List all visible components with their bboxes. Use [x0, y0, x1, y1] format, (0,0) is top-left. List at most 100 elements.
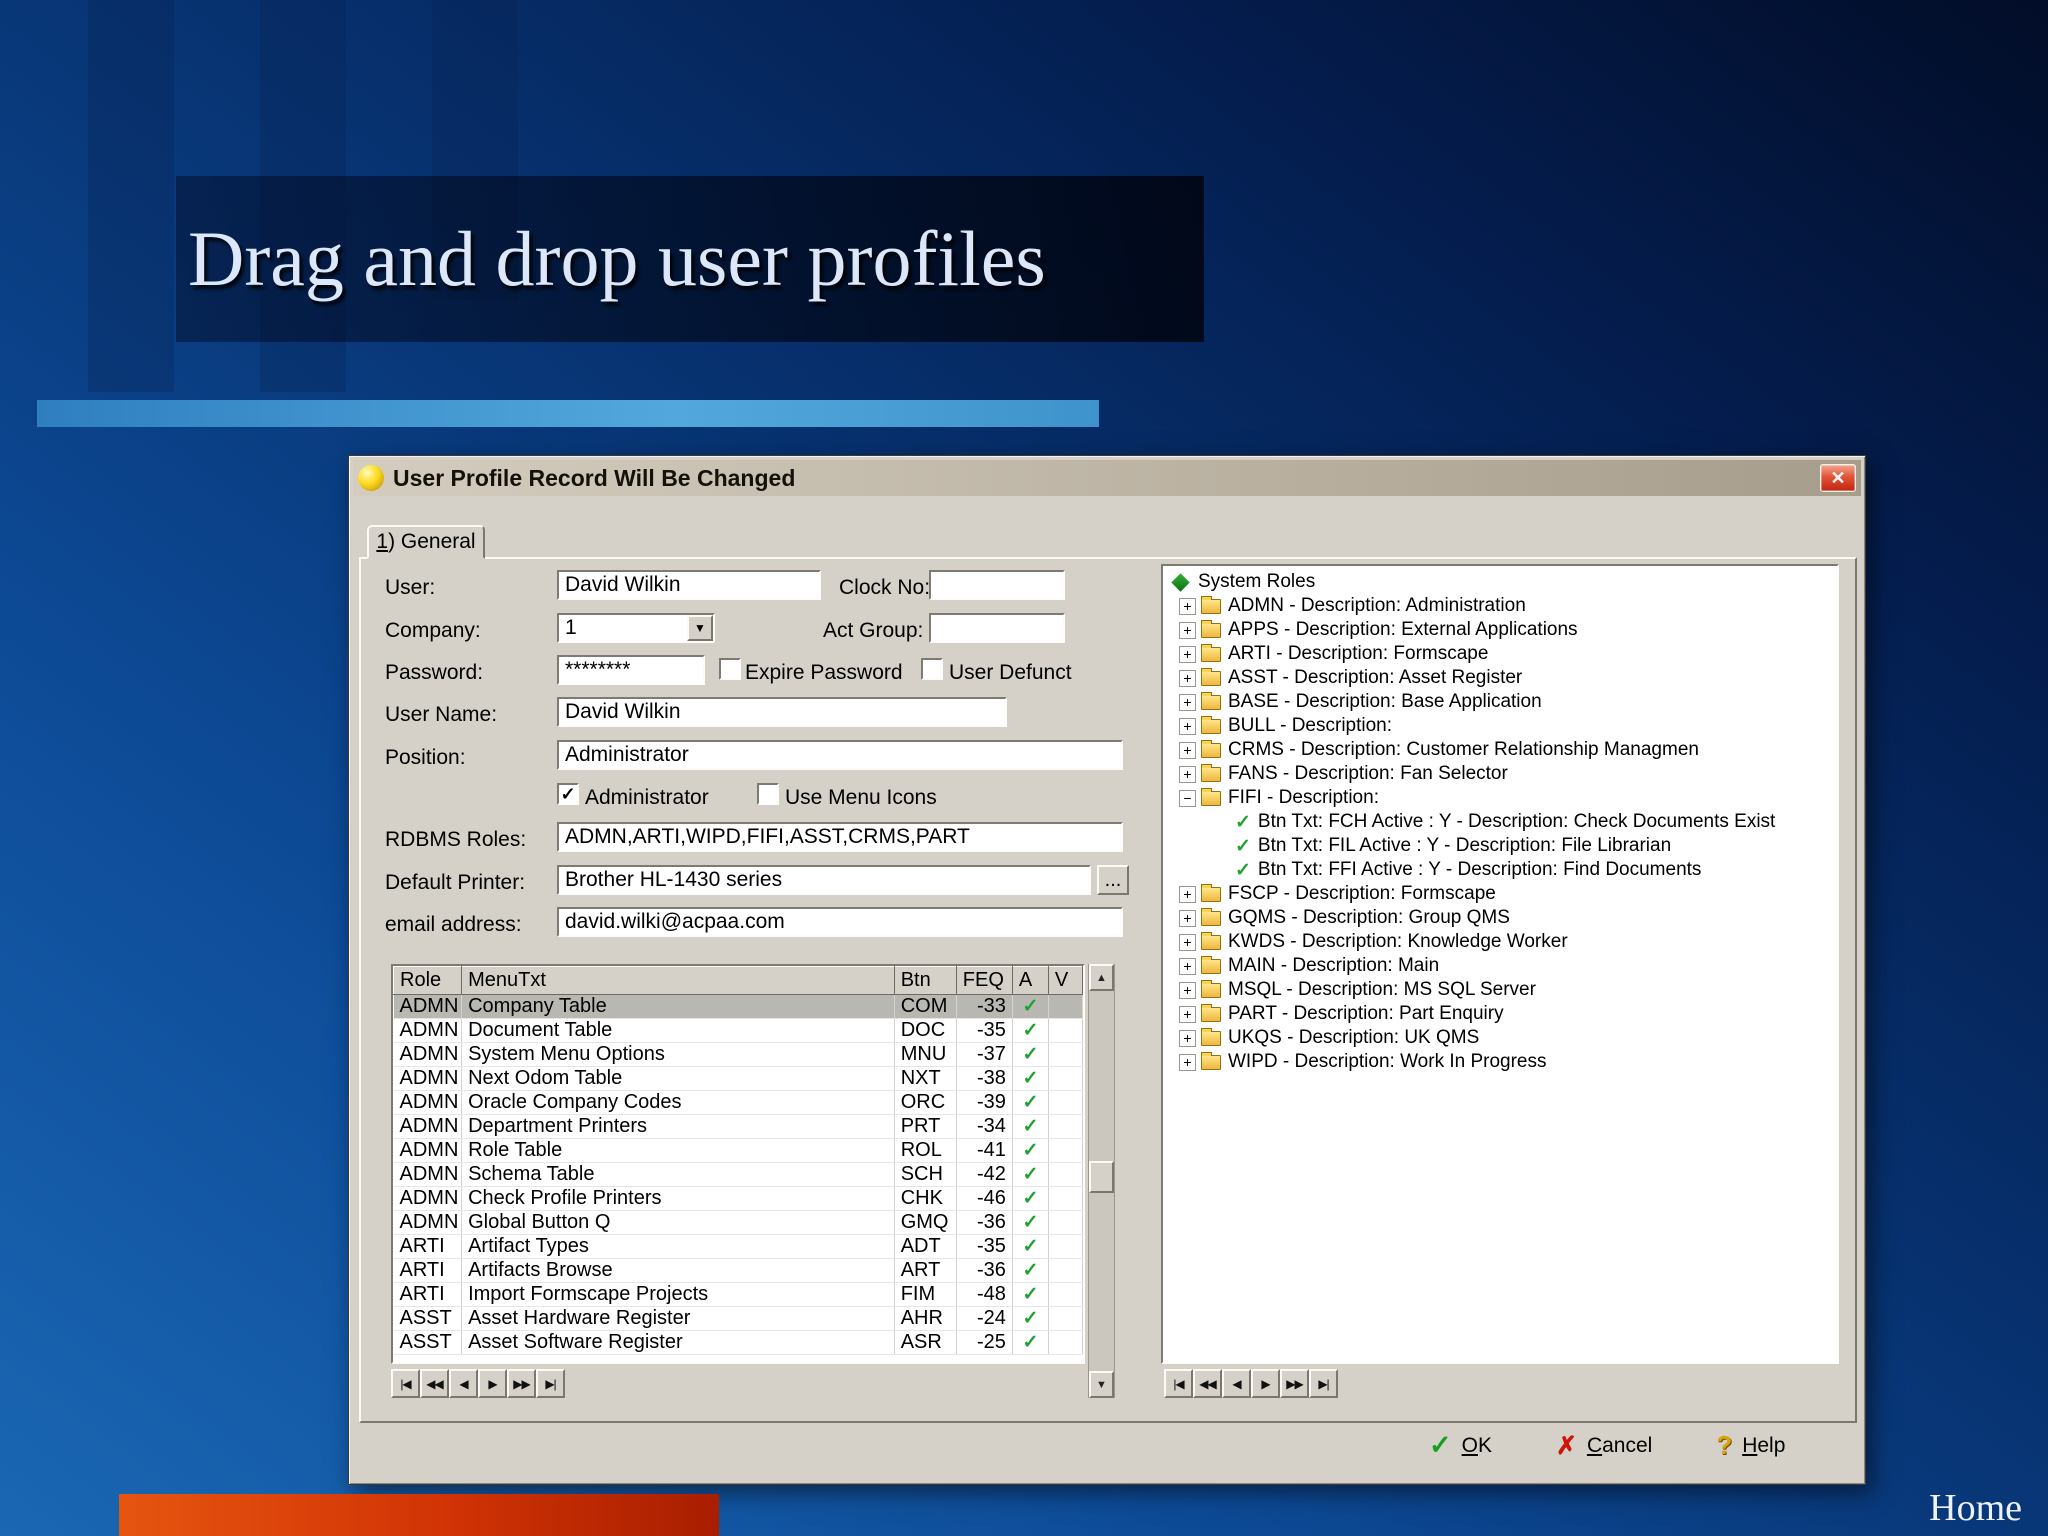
ok-button[interactable]: ✓ OK	[1429, 1430, 1492, 1461]
nav-button[interactable]: ◀	[1222, 1369, 1251, 1398]
grid-column-header[interactable]: FEQ	[955, 966, 1013, 995]
tree-item[interactable]: + WIPD - Description: Work In Progress	[1167, 1050, 1837, 1074]
table-row[interactable]: ADMN Role Table ROL -41 ✓	[393, 1138, 1083, 1163]
table-row[interactable]: ASST Asset Hardware Register AHR -24 ✓	[393, 1306, 1083, 1331]
tree-item[interactable]: + GQMS - Description: Group QMS	[1167, 906, 1837, 930]
table-row[interactable]: ADMN Oracle Company Codes ORC -39 ✓	[393, 1090, 1083, 1115]
nav-button[interactable]: ▶|	[536, 1369, 565, 1398]
position-input[interactable]	[557, 740, 1123, 770]
tree-item[interactable]: + FSCP - Description: Formscape	[1167, 882, 1837, 906]
expand-toggle-icon[interactable]: +	[1179, 597, 1196, 615]
nav-button[interactable]: ▶	[1251, 1369, 1280, 1398]
tree-item[interactable]: + ASST - Description: Asset Register	[1167, 666, 1837, 690]
tree-item[interactable]: − FIFI - Description:	[1167, 786, 1837, 810]
tree-item[interactable]: + MAIN - Description: Main	[1167, 954, 1837, 978]
nav-button[interactable]: ◀◀	[1193, 1369, 1222, 1398]
expand-toggle-icon[interactable]: +	[1179, 669, 1196, 687]
nav-button[interactable]: ▶	[478, 1369, 507, 1398]
tree-item[interactable]: System Roles	[1167, 570, 1837, 594]
expand-toggle-icon[interactable]: +	[1179, 645, 1196, 663]
act-group-input[interactable]	[929, 613, 1065, 643]
user-input[interactable]	[557, 570, 821, 600]
tab-general[interactable]: 1) General	[367, 525, 485, 559]
chevron-down-icon[interactable]: ▼	[687, 615, 713, 641]
tree-item[interactable]: + BULL - Description:	[1167, 714, 1837, 738]
tree-item[interactable]: ✓ Btn Txt: FFI Active : Y - Description: …	[1167, 858, 1837, 882]
expand-toggle-icon[interactable]: +	[1179, 1005, 1196, 1023]
tree-item[interactable]: + FANS - Description: Fan Selector	[1167, 762, 1837, 786]
tree-item[interactable]: + APPS - Description: External Applicatio…	[1167, 618, 1837, 642]
administrator-checkbox[interactable]: ✓	[557, 783, 579, 805]
tree-item[interactable]: + CRMS - Description: Customer Relationsh…	[1167, 738, 1837, 762]
close-button[interactable]: ✕	[1820, 464, 1856, 492]
nav-button[interactable]: ◀◀	[420, 1369, 449, 1398]
cancel-button[interactable]: ✗ Cancel	[1556, 1431, 1652, 1461]
grid-column-header[interactable]: MenuTxt	[461, 966, 895, 995]
grid-column-header[interactable]: Btn	[893, 966, 957, 995]
email-address-input[interactable]	[557, 907, 1123, 937]
expand-toggle-icon[interactable]: +	[1179, 1053, 1196, 1071]
password-input[interactable]	[557, 655, 705, 685]
nav-button[interactable]: ▶▶	[1280, 1369, 1309, 1398]
scroll-down-icon[interactable]: ▼	[1089, 1371, 1114, 1398]
tree-item[interactable]: + ADMN - Description: Administration	[1167, 594, 1837, 618]
expand-toggle-icon[interactable]: +	[1179, 981, 1196, 999]
tree-item[interactable]: + UKQS - Description: UK QMS	[1167, 1026, 1837, 1050]
expand-toggle-icon[interactable]: +	[1179, 957, 1196, 975]
expand-toggle-icon[interactable]: +	[1179, 621, 1196, 639]
table-row[interactable]: ADMN Company Table COM -33 ✓	[393, 994, 1083, 1019]
grid-scrollbar[interactable]: ▲ ▼	[1088, 964, 1115, 1398]
expand-toggle-icon[interactable]: −	[1179, 789, 1196, 807]
grid-column-header[interactable]: V	[1047, 966, 1083, 995]
expand-toggle-icon[interactable]: +	[1179, 693, 1196, 711]
expand-toggle-icon[interactable]: +	[1179, 1029, 1196, 1047]
scroll-up-icon[interactable]: ▲	[1089, 964, 1114, 991]
tree-item[interactable]: ✓ Btn Txt: FIL Active : Y - Description: …	[1167, 834, 1837, 858]
nav-button[interactable]: |◀	[1164, 1369, 1193, 1398]
company-select[interactable]: 1 ▼	[557, 613, 715, 643]
expand-toggle-icon[interactable]: +	[1179, 765, 1196, 783]
table-row[interactable]: ADMN Next Odom Table NXT -38 ✓	[393, 1066, 1083, 1091]
nav-button[interactable]: ▶▶	[507, 1369, 536, 1398]
rdbms-roles-input[interactable]	[557, 822, 1123, 852]
table-row[interactable]: ASST Asset Software Register ASR -25 ✓	[393, 1330, 1083, 1355]
expand-toggle-icon[interactable]: +	[1179, 885, 1196, 903]
nav-button[interactable]: |◀	[391, 1369, 420, 1398]
system-roles-tree[interactable]: System Roles + ADMN - Description: Adminis…	[1161, 564, 1839, 1364]
home-link[interactable]: Home	[1929, 1486, 2022, 1530]
help-button[interactable]: ? Help	[1716, 1430, 1785, 1461]
tree-item[interactable]: + MSQL - Description: MS SQL Server	[1167, 978, 1837, 1002]
default-printer-input[interactable]	[557, 865, 1091, 895]
table-row[interactable]: ARTI Import Formscape Projects FIM -48 ✓	[393, 1282, 1083, 1307]
user-name-input[interactable]	[557, 697, 1007, 727]
printer-browse-button[interactable]: ...	[1097, 865, 1129, 895]
table-row[interactable]: ADMN Document Table DOC -35 ✓	[393, 1018, 1083, 1043]
table-row[interactable]: ADMN Global Button Q GMQ -36 ✓	[393, 1210, 1083, 1235]
table-row[interactable]: ADMN Department Printers PRT -34 ✓	[393, 1114, 1083, 1139]
tree-item[interactable]: + PART - Description: Part Enquiry	[1167, 1002, 1837, 1026]
dialog-titlebar[interactable]: User Profile Record Will Be Changed ✕	[353, 460, 1861, 496]
table-row[interactable]: ARTI Artifacts Browse ART -36 ✓	[393, 1258, 1083, 1283]
expire-password-checkbox[interactable]	[719, 658, 741, 680]
table-row[interactable]: ARTI Artifact Types ADT -35 ✓	[393, 1234, 1083, 1259]
nav-button[interactable]: ◀	[449, 1369, 478, 1398]
nav-button[interactable]: ▶|	[1309, 1369, 1338, 1398]
expand-toggle-icon[interactable]: +	[1179, 741, 1196, 759]
scroll-thumb[interactable]	[1089, 1161, 1114, 1193]
tree-item[interactable]: ✓ Btn Txt: FCH Active : Y - Description: …	[1167, 810, 1837, 834]
clock-no-input[interactable]	[929, 570, 1065, 600]
grid-column-header[interactable]: A	[1011, 966, 1049, 995]
tree-item[interactable]: + ARTI - Description: Formscape	[1167, 642, 1837, 666]
expand-toggle-icon[interactable]: +	[1179, 909, 1196, 927]
user-defunct-checkbox[interactable]	[921, 658, 943, 680]
tree-item[interactable]: + KWDS - Description: Knowledge Worker	[1167, 930, 1837, 954]
use-menu-icons-checkbox[interactable]	[757, 783, 779, 805]
expand-toggle-icon[interactable]: +	[1179, 717, 1196, 735]
tree-item[interactable]: + BASE - Description: Base Application	[1167, 690, 1837, 714]
table-row[interactable]: ADMN Schema Table SCH -42 ✓	[393, 1162, 1083, 1187]
menu-grid[interactable]: Role MenuTxt Btn FEQ A V ADMN Company Table COM…	[391, 964, 1085, 1364]
table-row[interactable]: ADMN System Menu Options MNU -37 ✓	[393, 1042, 1083, 1067]
grid-column-header[interactable]: Role	[393, 966, 463, 995]
expand-toggle-icon[interactable]: +	[1179, 933, 1196, 951]
table-row[interactable]: ADMN Check Profile Printers CHK -46 ✓	[393, 1186, 1083, 1211]
